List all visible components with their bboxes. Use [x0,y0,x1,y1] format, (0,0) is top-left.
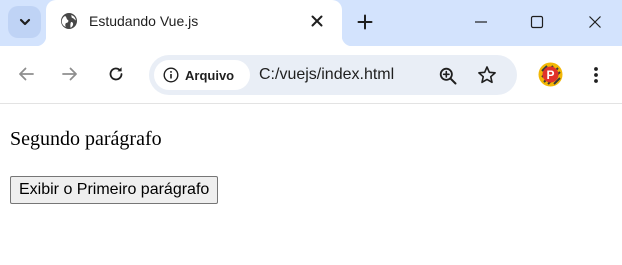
close-tab-icon[interactable] [308,12,326,30]
minimize-button[interactable] [466,8,496,36]
url-text[interactable]: C:/vuejs/index.html [259,66,394,84]
page-content: Segundo parágrafo Exibir o Primeiro pará… [0,105,622,265]
bookmark-star-icon[interactable] [476,64,498,86]
address-bar[interactable]: Arquivo C:/vuejs/index.html [149,55,517,95]
back-button[interactable] [13,61,39,87]
site-info-label: Arquivo [185,67,235,83]
tab-search-button[interactable] [8,6,41,38]
tab-title: Estudando Vue.js [89,13,199,29]
maximize-icon [530,15,544,29]
new-tab-button[interactable] [354,11,376,33]
zoom-icon[interactable] [437,65,459,87]
tab-strip: Estudando Vue.js [0,0,622,46]
svg-text:P: P [546,68,554,82]
extension-p-icon: P [538,62,563,87]
arrow-right-icon [61,65,79,83]
plus-icon [357,14,373,30]
extension-button[interactable]: P [538,62,563,87]
browser-toolbar: Arquivo C:/vuejs/index.html P [0,46,622,104]
chevron-down-icon [18,15,32,29]
forward-button[interactable] [57,61,83,87]
reload-button[interactable] [103,61,129,87]
arrow-left-icon [17,65,35,83]
close-icon [588,15,602,29]
globe-icon [60,12,78,30]
minimize-icon [474,15,488,29]
site-info-button[interactable]: Arquivo [154,60,250,90]
more-vertical-icon [593,66,599,84]
maximize-button[interactable] [522,8,552,36]
paragraph-text: Segundo parágrafo [10,128,162,150]
close-window-button[interactable] [580,8,610,36]
active-tab[interactable]: Estudando Vue.js [36,0,352,46]
toggle-paragraph-button[interactable]: Exibir o Primeiro parágrafo [10,176,219,204]
browser-menu-button[interactable] [586,62,606,88]
info-icon [163,67,179,83]
reload-icon [107,65,125,83]
